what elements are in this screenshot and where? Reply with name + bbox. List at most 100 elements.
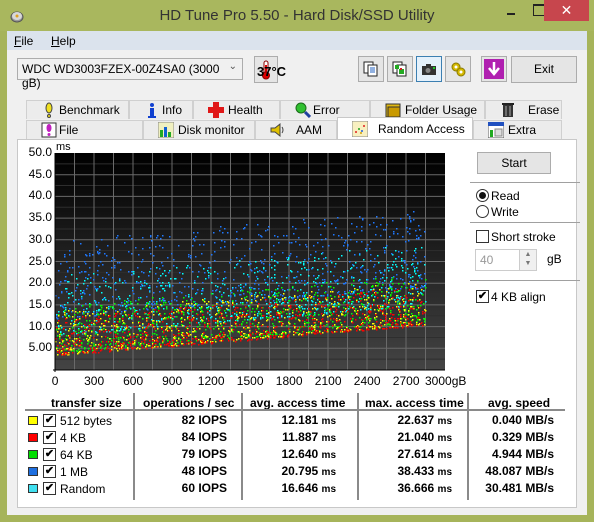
data-point: [381, 287, 383, 289]
series-checkbox[interactable]: ✔: [43, 431, 56, 444]
data-point: [280, 294, 282, 296]
data-point: [210, 267, 212, 269]
data-point: [378, 310, 380, 312]
data-point: [413, 306, 415, 308]
data-point: [407, 231, 409, 233]
data-point: [219, 316, 221, 318]
data-point: [216, 338, 218, 340]
series-checkbox[interactable]: ✔: [43, 414, 56, 427]
data-point: [390, 320, 392, 322]
data-point: [135, 247, 137, 249]
short-stroke-spinner[interactable]: 40 ▲ ▼: [475, 249, 537, 271]
data-point: [60, 263, 62, 265]
data-point: [381, 325, 383, 327]
data-point: [149, 312, 151, 314]
data-point: [188, 303, 190, 305]
data-point: [393, 261, 395, 263]
data-point: [210, 308, 212, 310]
data-point: [88, 350, 90, 352]
data-point: [212, 290, 214, 292]
data-point: [93, 345, 95, 347]
data-point: [134, 311, 136, 313]
data-point: [77, 316, 79, 318]
data-point: [61, 354, 63, 356]
data-point: [87, 278, 89, 280]
spinner-arrows[interactable]: ▲ ▼: [519, 250, 536, 270]
data-point: [330, 308, 332, 310]
data-point: [382, 306, 384, 308]
data-point: [75, 320, 77, 322]
data-point: [119, 313, 121, 315]
data-point: [68, 293, 70, 295]
data-point: [117, 343, 119, 345]
data-point: [349, 300, 351, 302]
data-point: [178, 245, 180, 247]
data-point: [415, 248, 417, 250]
data-point: [251, 295, 253, 297]
data-point: [229, 310, 231, 312]
align-checkbox[interactable]: ✔: [476, 290, 489, 303]
series-checkbox[interactable]: ✔: [43, 482, 56, 495]
separator: [470, 222, 580, 223]
data-point: [216, 306, 218, 308]
data-point: [190, 310, 192, 312]
data-point: [405, 295, 407, 297]
data-point: [416, 238, 418, 240]
data-point: [114, 265, 116, 267]
data-point: [77, 324, 79, 326]
data-point: [247, 300, 249, 302]
data-point: [211, 282, 213, 284]
data-point: [153, 311, 155, 313]
data-point: [370, 289, 372, 291]
data-point: [358, 280, 360, 282]
data-point: [282, 295, 284, 297]
data-point: [157, 235, 159, 237]
data-point: [208, 275, 210, 277]
data-point: [262, 290, 264, 292]
write-radio[interactable]: [476, 205, 489, 218]
data-point: [61, 327, 63, 329]
data-point: [270, 316, 272, 318]
data-point: [89, 267, 91, 269]
data-point: [91, 331, 93, 333]
start-button[interactable]: Start: [477, 152, 551, 174]
data-point: [322, 332, 324, 334]
data-point: [156, 339, 158, 341]
data-point: [373, 326, 375, 328]
data-point: [84, 331, 86, 333]
data-point: [197, 326, 199, 328]
data-point: [388, 302, 390, 304]
tab-random-access[interactable]: Random Access: [337, 117, 473, 139]
data-point: [350, 293, 352, 295]
data-point: [182, 335, 184, 337]
read-radio[interactable]: [476, 189, 489, 202]
data-point: [412, 288, 414, 290]
data-point: [119, 278, 121, 280]
transfer-size: 512 bytes: [60, 414, 113, 428]
data-point: [131, 238, 133, 240]
data-point: [166, 306, 168, 308]
data-point: [249, 339, 251, 341]
data-point: [140, 286, 142, 288]
data-point: [354, 310, 356, 312]
data-point: [422, 294, 424, 296]
data-point: [314, 313, 316, 315]
data-point: [146, 283, 148, 285]
data-point: [376, 327, 378, 329]
data-point: [178, 312, 180, 314]
data-point: [311, 291, 313, 293]
data-point: [124, 303, 126, 305]
data-point: [256, 331, 258, 333]
data-point: [247, 319, 249, 321]
data-point: [220, 331, 222, 333]
short-stroke-checkbox[interactable]: [476, 230, 489, 243]
data-point: [304, 321, 306, 323]
data-point: [294, 323, 296, 325]
data-point: [251, 302, 253, 304]
data-point: [369, 224, 371, 226]
series-checkbox[interactable]: ✔: [43, 448, 56, 461]
series-checkbox[interactable]: ✔: [43, 465, 56, 478]
data-point: [174, 299, 176, 301]
data-point: [93, 343, 95, 345]
data-point: [222, 336, 224, 338]
